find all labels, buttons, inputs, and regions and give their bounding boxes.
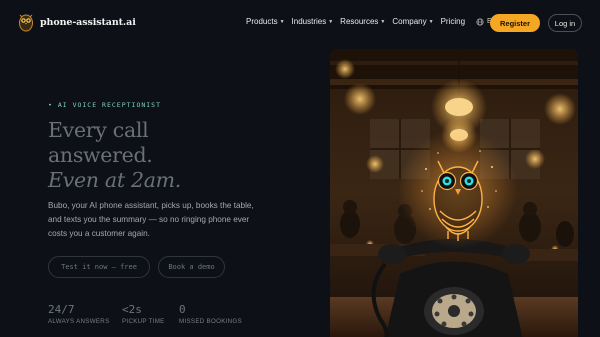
headline-line-3: Even at 2am. [48, 168, 181, 192]
nav-resources-label: Resources [340, 17, 379, 26]
top-nav: phone-assistant.ai Products ▼ Industries… [0, 0, 600, 46]
owl-logo-icon [19, 14, 33, 32]
test-it-now-button[interactable]: Test it now — free [48, 256, 150, 278]
login-button[interactable]: Log in [548, 14, 582, 32]
nav-pricing[interactable]: Pricing [441, 17, 465, 26]
headline-line-2: answered. [48, 143, 153, 167]
stat-label: ALWAYS ANSWERS [48, 318, 110, 325]
main-menu: Products ▼ Industries ▼ Resources ▼ Comp… [246, 17, 505, 26]
stat-value: 0 [179, 303, 186, 316]
register-button[interactable]: Register [490, 14, 540, 32]
hero-stats: 24/7 ALWAYS ANSWERS <2s PICKUP TIME 0 MI… [48, 303, 259, 325]
caret-down-icon: ▼ [279, 18, 285, 25]
stat-value: <2s [122, 303, 142, 316]
headline-line-1: Every call [48, 118, 149, 142]
stat-value: 24/7 [48, 303, 75, 316]
nav-industries-label: Industries [291, 17, 327, 26]
restaurant-scene-illustration [330, 49, 578, 337]
nav-products-label: Products [246, 17, 278, 26]
nav-company-label: Company [392, 17, 427, 26]
nav-products[interactable]: Products ▼ [246, 17, 285, 26]
hero-headline: Every call answered. Even at 2am. [48, 118, 181, 193]
stat-label: MISSED BOOKINGS [179, 318, 242, 325]
caret-down-icon: ▼ [328, 18, 334, 25]
hero-cta-row: Test it now — free Book a demo [48, 256, 225, 278]
nav-resources[interactable]: Resources ▼ [340, 17, 385, 26]
nav-pricing-label: Pricing [440, 17, 466, 26]
hero-image-owl-telephone [330, 49, 578, 337]
stat-always-answers: 24/7 ALWAYS ANSWERS [48, 303, 122, 325]
brand-logo[interactable]: phone-assistant.ai [18, 12, 136, 32]
caret-down-icon: ▼ [428, 18, 434, 25]
globe-icon [476, 17, 484, 26]
nav-company[interactable]: Company ▼ [392, 17, 433, 26]
hero-eyebrow: • AI VOICE RECEPTIONIST [48, 101, 162, 109]
stat-missed-bookings: 0 MISSED BOOKINGS [179, 303, 259, 325]
book-demo-button[interactable]: Book a demo [158, 256, 225, 278]
caret-down-icon: ▼ [380, 18, 386, 25]
stat-pickup-time: <2s PICKUP TIME [122, 303, 179, 325]
stat-label: PICKUP TIME [122, 318, 165, 325]
nav-industries[interactable]: Industries ▼ [292, 17, 334, 26]
hero-subtext: Bubo, your AI phone assistant, picks up,… [48, 201, 254, 238]
brand-name: phone-assistant.ai [40, 16, 136, 28]
